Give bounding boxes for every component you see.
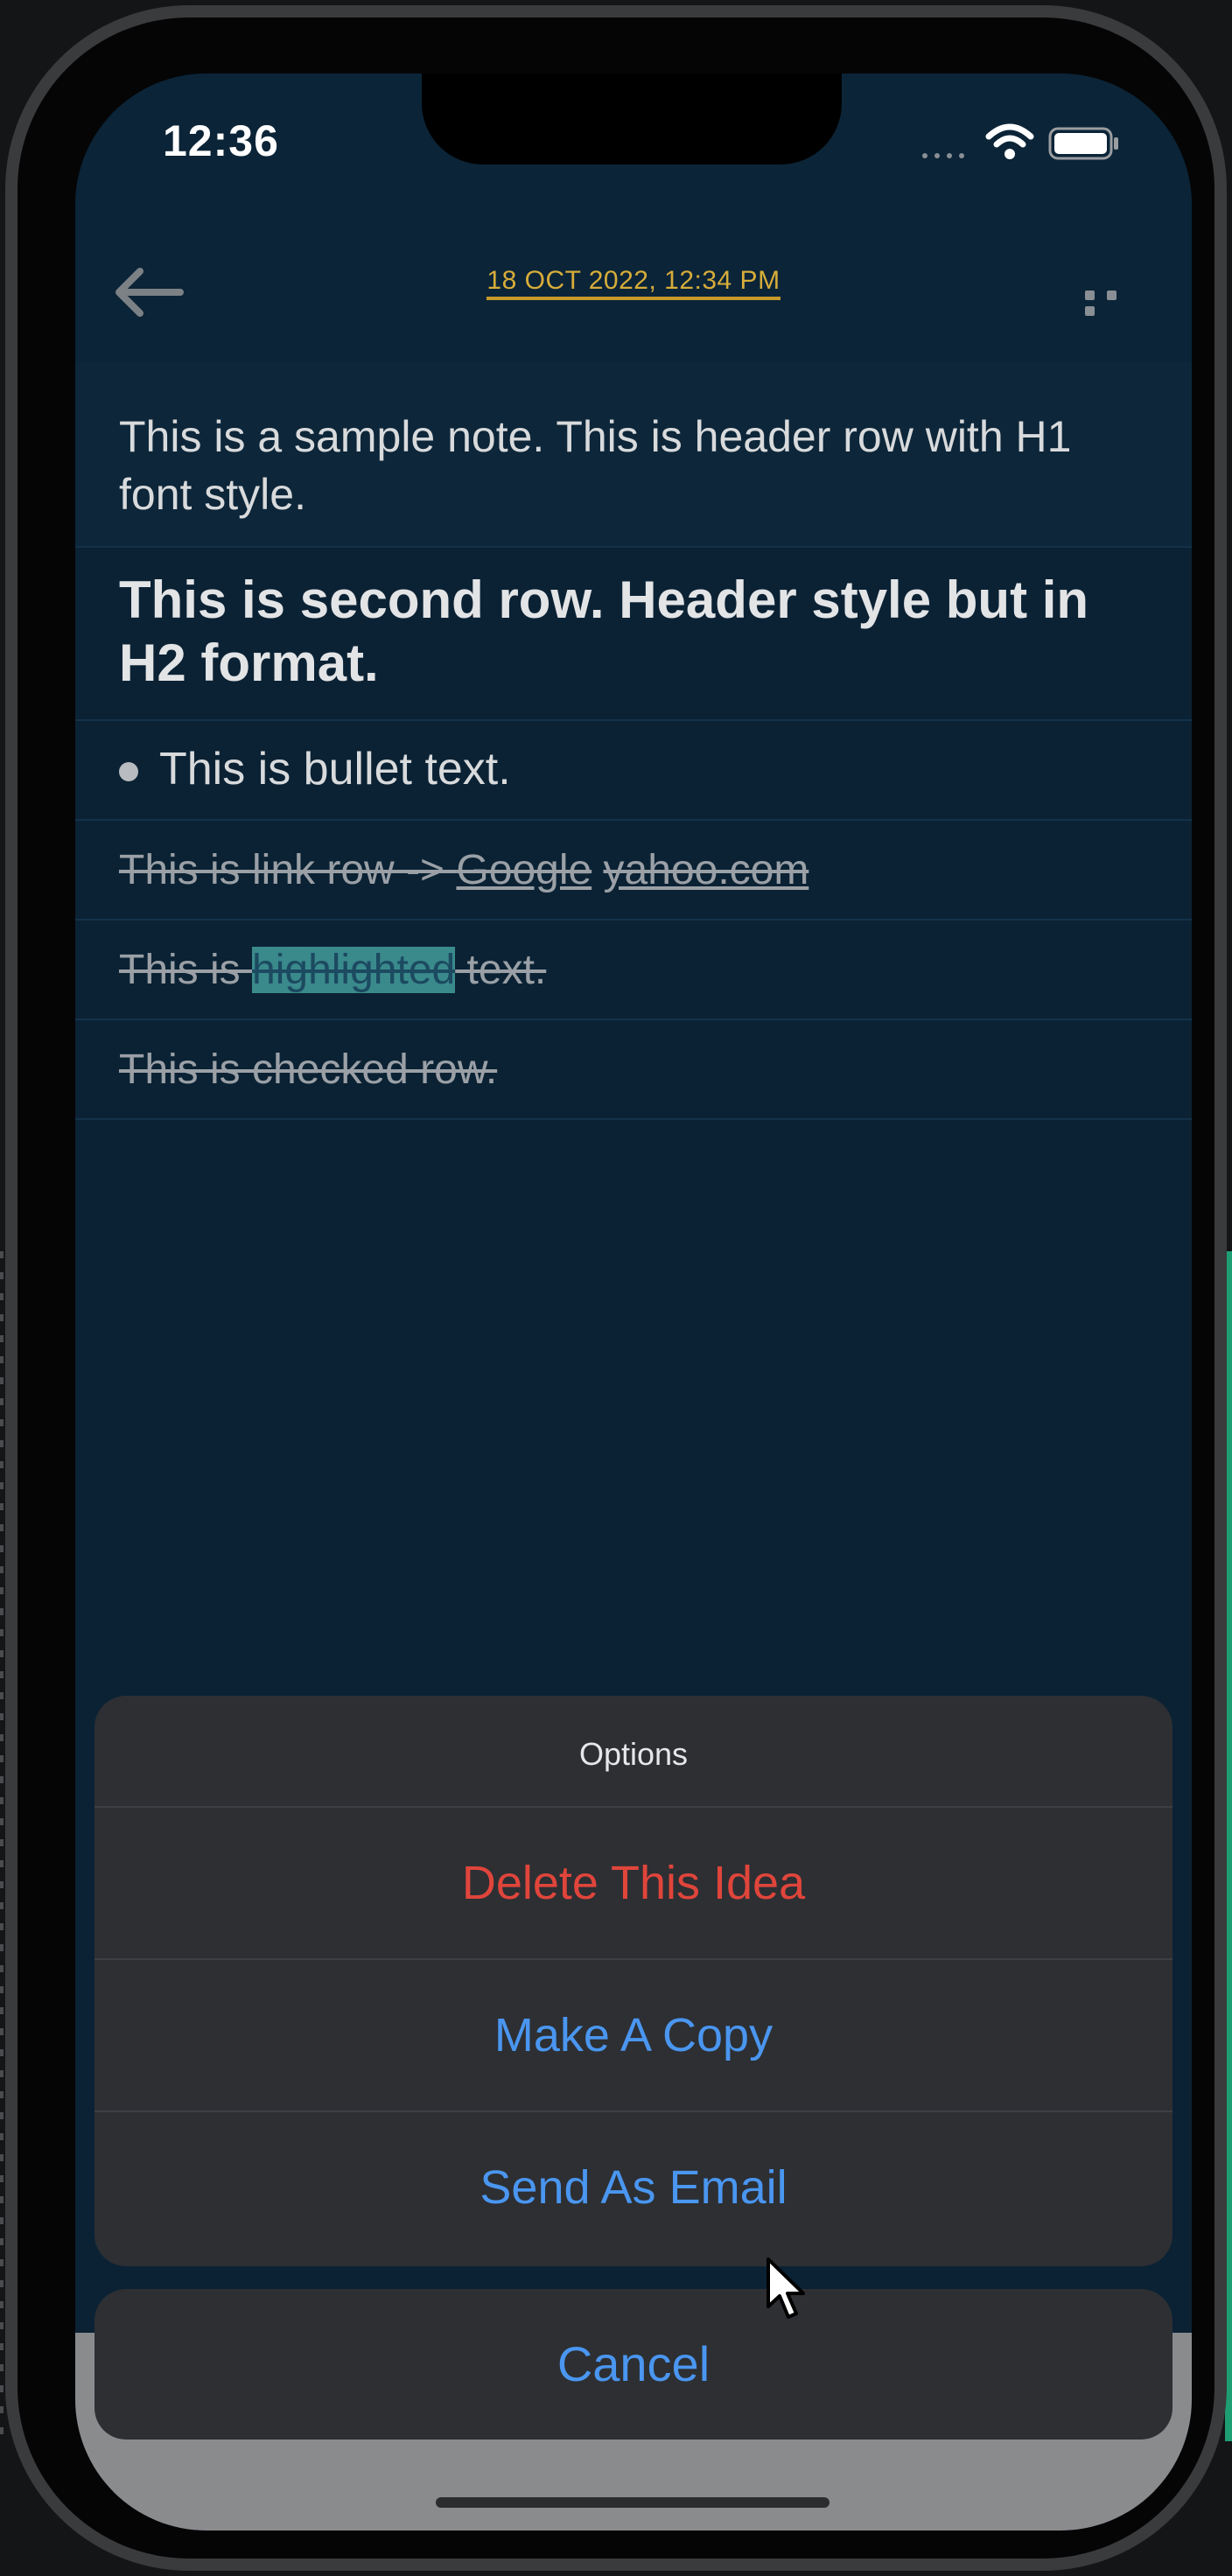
note-rows: This is a sample note. This is header ro… — [75, 362, 1192, 1120]
battery-icon — [1048, 127, 1118, 160]
phone-frame: 12:36 18 OCT 2022, 12:34 PM This is a sa… — [5, 5, 1227, 2571]
action-sheet: Options Delete This Idea Make A Copy Sen… — [94, 1696, 1172, 2266]
status-bar: 12:36 — [75, 74, 1192, 222]
note-row-text: This is — [119, 947, 253, 993]
phone-bezel: 12:36 18 OCT 2022, 12:34 PM This is a sa… — [18, 18, 1214, 2558]
note-row-bullet[interactable]: This is bullet text. — [75, 721, 1192, 821]
make-copy-button[interactable]: Make A Copy — [94, 1960, 1172, 2112]
page-title: 18 OCT 2022, 12:34 PM — [75, 266, 1192, 300]
cancel-button[interactable]: Cancel — [94, 2289, 1172, 2440]
delete-idea-button[interactable]: Delete This Idea — [94, 1808, 1172, 1960]
note-row-checked[interactable]: This is checked row. — [75, 1020, 1192, 1120]
status-time: 12:36 — [163, 116, 279, 165]
highlighted-text: highlighted — [252, 947, 456, 993]
nav-header: 18 OCT 2022, 12:34 PM — [75, 222, 1192, 362]
mouse-cursor-icon — [766, 2258, 805, 2319]
note-row-text: This is bullet text. — [159, 744, 511, 794]
phone-screen: 12:36 18 OCT 2022, 12:34 PM This is a sa… — [75, 74, 1192, 2530]
note-row-h2[interactable]: This is second row. Header style but in … — [75, 548, 1192, 721]
more-dots-icon[interactable] — [1085, 289, 1146, 316]
cellular-signal-icon — [922, 147, 975, 158]
note-row-text: This is a sample note. This is header ro… — [119, 412, 1072, 519]
bullet-icon — [119, 762, 138, 782]
note-timestamp: 18 OCT 2022, 12:34 PM — [486, 266, 780, 300]
note-row-text: This is checked row. — [119, 1046, 498, 1093]
link-google[interactable]: Google — [456, 847, 592, 893]
home-indicator[interactable] — [436, 2497, 830, 2508]
link-yahoo[interactable]: yahoo.com — [604, 847, 809, 893]
note-row-highlight[interactable]: This is highlighted text. — [75, 920, 1192, 1020]
note-row-h1[interactable]: This is a sample note. This is header ro… — [75, 362, 1192, 548]
note-row-link[interactable]: This is link row -> Google yahoo.com — [75, 821, 1192, 920]
send-email-button[interactable]: Send As Email — [94, 2112, 1172, 2263]
action-sheet-title: Options — [94, 1696, 1172, 1808]
wifi-icon — [985, 123, 1034, 159]
note-row-text: This is link row -> — [119, 847, 457, 893]
note-row-text: This is second row. Header style but in … — [119, 570, 1089, 692]
window-edge-ticks — [0, 1251, 4, 2441]
notch — [422, 74, 842, 164]
note-row-text: text. — [455, 947, 547, 993]
